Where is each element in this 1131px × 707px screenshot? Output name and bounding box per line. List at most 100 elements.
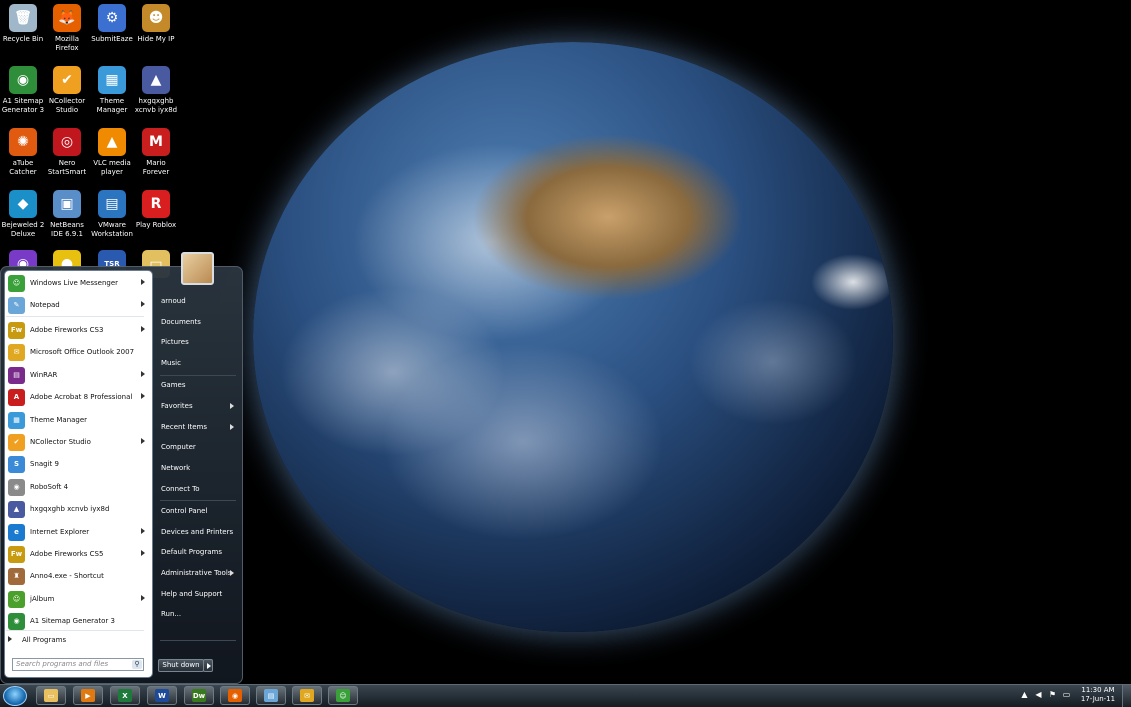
start-menu-link[interactable]: arnoud bbox=[156, 292, 238, 310]
start-menu-link[interactable]: Run... bbox=[156, 605, 238, 623]
shutdown-options-button[interactable] bbox=[203, 659, 213, 672]
program-item[interactable]: A Adobe Acrobat 8 Professional bbox=[5, 386, 149, 408]
shortcut-icon: ▲ bbox=[142, 66, 170, 94]
shortcut-icon: ▲ bbox=[8, 500, 25, 518]
start-menu-link-label: Run... bbox=[161, 610, 182, 618]
taskbar-button[interactable]: ▤ bbox=[256, 686, 286, 705]
start-menu-link[interactable]: Devices and Printers bbox=[156, 523, 238, 541]
desktop-icon[interactable]: ▲ VLC media player bbox=[89, 126, 135, 177]
program-item[interactable]: e Internet Explorer bbox=[5, 521, 149, 543]
clock[interactable]: 11:30 AM 17-Jun-11 bbox=[1078, 686, 1118, 704]
start-menu-link[interactable]: Computer bbox=[156, 438, 238, 456]
desktop-icon[interactable]: ▤ VMware Workstation bbox=[89, 188, 135, 239]
program-item[interactable]: Fw Adobe Fireworks CS5 bbox=[5, 543, 149, 565]
desktop-icon[interactable]: 🗑 Recycle Bin bbox=[0, 2, 46, 44]
taskbar-button[interactable]: ▭ bbox=[36, 686, 66, 705]
separator bbox=[160, 500, 236, 501]
action-center-flag-icon[interactable]: ⚑ bbox=[1048, 690, 1057, 700]
volume-icon[interactable]: ◀ bbox=[1034, 690, 1043, 700]
desktop-icon[interactable]: ☻ Hide My IP bbox=[133, 2, 179, 44]
program-label: RoboSoft 4 bbox=[30, 483, 69, 491]
program-label: Adobe Acrobat 8 Professional bbox=[30, 393, 133, 401]
start-menu-link[interactable]: Pictures bbox=[156, 333, 238, 351]
desktop-icon[interactable]: ◆ Bejeweled 2 Deluxe bbox=[0, 188, 46, 239]
program-item[interactable]: ▦ Theme Manager bbox=[5, 409, 149, 431]
desktop-icon-label: NCollector Studio bbox=[48, 97, 86, 114]
program-item[interactable]: ☺ Windows Live Messenger bbox=[5, 272, 149, 294]
chevron-right-icon bbox=[141, 326, 145, 332]
windows-explorer-icon: ▭ bbox=[44, 689, 58, 702]
start-menu-link[interactable]: Control Panel bbox=[156, 502, 238, 520]
program-item[interactable]: Fw Adobe Fireworks CS3 bbox=[5, 319, 149, 341]
all-programs-button[interactable]: All Programs bbox=[8, 636, 66, 644]
start-menu-link-label: arnoud bbox=[161, 297, 186, 305]
program-item[interactable]: ▤ WinRAR bbox=[5, 364, 149, 386]
network-icon[interactable]: ▭ bbox=[1062, 690, 1071, 700]
desktop-icon[interactable]: ▣ NetBeans IDE 6.9.1 bbox=[44, 188, 90, 239]
sitemap-icon: ◉ bbox=[9, 66, 37, 94]
taskbar-button[interactable]: W bbox=[147, 686, 177, 705]
start-menu-link[interactable]: Network bbox=[156, 459, 238, 477]
desktop-icon[interactable]: ◎ Nero StartSmart bbox=[44, 126, 90, 177]
desktop-icon[interactable]: ◉ A1 Sitemap Generator 3 bbox=[0, 64, 46, 115]
winrar-icon: ▤ bbox=[8, 366, 25, 384]
program-item[interactable]: ☺ jAlbum bbox=[5, 588, 149, 610]
theme-manager-icon: ▦ bbox=[98, 66, 126, 94]
outlook-icon: ✉ bbox=[300, 689, 314, 702]
separator bbox=[160, 640, 236, 641]
desktop-icon[interactable]: ✔ NCollector Studio bbox=[44, 64, 90, 115]
program-item[interactable]: S Snagit 9 bbox=[5, 453, 149, 475]
start-menu-link[interactable]: Games bbox=[156, 376, 238, 394]
taskbar-button[interactable]: ✉ bbox=[292, 686, 322, 705]
desktop-icon[interactable]: ▲ hxgqxghb xcnvb iyx8d bbox=[133, 64, 179, 115]
firefox-icon: ◉ bbox=[228, 689, 242, 702]
search-input[interactable]: Search programs and files ⚲ bbox=[12, 658, 144, 671]
taskbar-button[interactable]: ▶ bbox=[73, 686, 103, 705]
start-button[interactable] bbox=[3, 686, 27, 706]
shutdown-button[interactable]: Shut down bbox=[158, 659, 204, 672]
start-menu-link[interactable]: Default Programs bbox=[156, 543, 238, 561]
taskbar-button[interactable]: ☺ bbox=[328, 686, 358, 705]
start-menu-link[interactable]: Documents bbox=[156, 313, 238, 331]
program-item[interactable]: ✎ Notepad bbox=[5, 294, 149, 316]
program-label: Adobe Fireworks CS3 bbox=[30, 326, 104, 334]
desktop-icon-label: VMware Workstation bbox=[91, 221, 133, 238]
start-menu-link[interactable]: Recent Items bbox=[156, 418, 238, 436]
start-menu-link-label: Administrative Tools bbox=[161, 569, 232, 577]
taskbar-button[interactable]: ◉ bbox=[220, 686, 250, 705]
search-icon[interactable]: ⚲ bbox=[132, 660, 142, 669]
program-item[interactable]: ◉ A1 Sitemap Generator 3 bbox=[5, 610, 149, 632]
desktop-icon[interactable]: M Mario Forever bbox=[133, 126, 179, 177]
program-item[interactable]: ✔ NCollector Studio bbox=[5, 431, 149, 453]
earth-wallpaper bbox=[253, 42, 893, 632]
start-menu-link[interactable]: Favorites bbox=[156, 397, 238, 415]
bejeweled-icon: ◆ bbox=[9, 190, 37, 218]
program-item[interactable]: ◉ RoboSoft 4 bbox=[5, 476, 149, 498]
start-menu-link-label: Control Panel bbox=[161, 507, 208, 515]
desktop-icon-label: aTube Catcher bbox=[9, 159, 37, 176]
start-menu-link[interactable]: Connect To bbox=[156, 480, 238, 498]
start-menu-link-label: Favorites bbox=[161, 402, 193, 410]
program-item[interactable]: ♜ Anno4.exe - Shortcut bbox=[5, 565, 149, 587]
start-menu-link[interactable]: Help and Support bbox=[156, 585, 238, 603]
program-item[interactable]: ▲ hxgqxghb xcnvb iyx8d bbox=[5, 498, 149, 520]
taskbar-button[interactable]: X bbox=[110, 686, 140, 705]
desktop-icon[interactable]: ✺ aTube Catcher bbox=[0, 126, 46, 177]
desktop-icon[interactable]: ⚙ SubmitEaze bbox=[89, 2, 135, 44]
show-desktop-button[interactable] bbox=[1122, 685, 1131, 707]
user-picture[interactable] bbox=[181, 252, 214, 285]
separator bbox=[160, 375, 236, 376]
dreamweaver-icon: Dw bbox=[192, 689, 206, 702]
program-item[interactable]: ✉ Microsoft Office Outlook 2007 bbox=[5, 341, 149, 363]
desktop-icon[interactable]: 🦊 Mozilla Firefox bbox=[44, 2, 90, 53]
all-programs-label: All Programs bbox=[22, 636, 67, 644]
messenger-icon: ☺ bbox=[336, 689, 350, 702]
acrobat-icon: A bbox=[8, 388, 25, 406]
desktop-icon[interactable]: R Play Roblox bbox=[133, 188, 179, 230]
taskbar-button[interactable]: Dw bbox=[184, 686, 214, 705]
start-menu-link[interactable]: Music bbox=[156, 354, 238, 372]
show-hidden-icons-icon[interactable]: ▲ bbox=[1020, 690, 1029, 700]
start-menu-link[interactable]: Administrative Tools bbox=[156, 564, 238, 582]
robosoft-icon: ◉ bbox=[8, 478, 25, 496]
desktop-icon[interactable]: ▦ Theme Manager bbox=[89, 64, 135, 115]
